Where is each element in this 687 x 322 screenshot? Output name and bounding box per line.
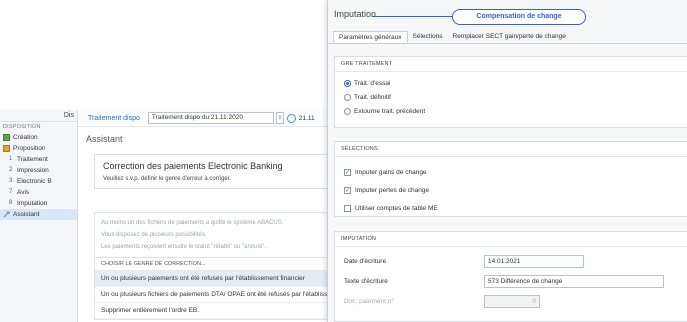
selections-group: SÉLECTIONS ✓ Imputer gains de change ✓ I… [334, 141, 687, 217]
dialog-tabs: Paramètres généraux Sélections Remplacer… [328, 31, 687, 44]
tab-replace-sect[interactable]: Remplacer SECT gain/perte de change [448, 31, 571, 43]
nav-section-label: DISPOSITION [3, 124, 41, 130]
checkbox-checked-icon[interactable]: ✓ [344, 168, 351, 176]
correction-choice-list: CHOISIR LE GENRE DE CORRECTION... Un ou … [94, 257, 354, 320]
group-title: SÉLECTIONS [335, 142, 687, 157]
nav-item-creation[interactable]: Création [0, 132, 77, 143]
radio-final-run[interactable]: Trait. définitif [335, 90, 687, 104]
posting-date-row: Date d'écriture 14.01.2021 [335, 251, 687, 271]
step-number: 7 [9, 189, 13, 195]
nav-subitem-label: Imputation [17, 200, 48, 207]
info-line: Les paiements reçoivent ensuite le statu… [101, 244, 266, 250]
checkbox-label: Utiliser comptes de table ME [355, 204, 438, 212]
create-icon [3, 134, 10, 141]
radio-trial-run[interactable]: Trait. d'essai [335, 76, 687, 90]
checkbox-me-table-accounts[interactable]: Utiliser comptes de table ME [335, 199, 687, 217]
treatment-group: GRE TRAITEMENT Trait. d'essai Trait. déf… [334, 56, 687, 128]
toolbar-label: Traitement dispo [88, 114, 140, 122]
group-title: GRE TRAITEMENT [335, 57, 687, 72]
nav-item-label: Proposition [13, 145, 46, 152]
posting-text-input[interactable]: 573 Différence de change [484, 274, 664, 288]
choice-option[interactable]: Supprimer entièrement l'ordre EB. [95, 303, 353, 319]
nav-item-assistant[interactable]: Assistant [0, 209, 77, 220]
choice-option[interactable]: Un ou plusieurs fichiers de paiements DT… [95, 287, 353, 303]
tab-selections[interactable]: Sélections [408, 31, 448, 43]
step-number: 1 [9, 156, 13, 162]
radio-selected-icon[interactable] [344, 79, 351, 87]
nav-subitem-label: Avis [17, 189, 30, 196]
nav-subitem-imputation[interactable]: 8 Imputation [0, 198, 77, 209]
clock-icon[interactable] [286, 113, 296, 123]
nav-item-proposition[interactable]: Proposition [0, 143, 77, 154]
wizard-icon [3, 211, 10, 218]
callout-connector [372, 16, 454, 17]
group-title: IMPUTATION [335, 232, 687, 247]
payment-doc-input[interactable]: 0 [484, 294, 540, 308]
checkbox-checked-icon[interactable]: ✓ [344, 186, 351, 194]
radio-icon[interactable] [344, 93, 351, 101]
checkbox-exchange-gains[interactable]: ✓ Imputer gains de change [335, 163, 687, 181]
toolbar-time: 21.11 [298, 114, 315, 122]
choice-list-title: CHOISIR LE GENRE DE CORRECTION... [95, 258, 353, 271]
nav-item-label: Création [13, 134, 38, 141]
payment-doc-row: Doc. paiement n° 0 [335, 291, 687, 311]
card-heading: Correction des paiements Electronic Bank… [103, 161, 283, 171]
field-label: Texte d'écriture [344, 277, 388, 285]
radio-label: Trait. définitif [354, 93, 391, 101]
posting-text-row: Texte d'écriture 573 Différence de chang… [335, 271, 687, 291]
imputation-group: IMPUTATION Date d'écriture 14.01.2021 Te… [334, 231, 687, 322]
step-number: 3 [9, 178, 13, 184]
checkbox-label: Imputer pertes de change [355, 186, 430, 194]
imputation-dialog: Imputation Compensation de change Paramè… [327, 0, 687, 322]
checkbox-label: Imputer gains de change [355, 168, 427, 176]
wizard-card: Correction des paiements Electronic Bank… [94, 154, 354, 189]
checkbox-exchange-losses[interactable]: ✓ Imputer pertes de change [335, 181, 687, 199]
info-line: Au moins un des fichiers de paiements a … [101, 220, 284, 226]
radio-label: Extourne trait. précédent [354, 107, 426, 115]
proposal-icon [3, 145, 10, 152]
info-line: Vous disposez de plusieurs possibilités. [101, 232, 207, 238]
nav-item-label: Assistant [13, 211, 40, 218]
choice-option[interactable]: Un ou plusieurs paiements ont été refusé… [95, 271, 353, 287]
nav-subitem-label: Impression [17, 167, 49, 174]
tab-general-params[interactable]: Paramètres généraux [333, 31, 408, 43]
posting-date-input[interactable]: 14.01.2021 [484, 254, 584, 268]
callout-annotation: Compensation de change [452, 9, 586, 25]
field-label: Date d'écriture [344, 257, 387, 265]
radio-icon[interactable] [344, 107, 351, 115]
card-text: Veuillez s.v.p. définir le genre d'erreu… [103, 176, 232, 182]
nav-subitem-traitement[interactable]: 1 Traitement [0, 154, 77, 165]
radio-reverse-previous[interactable]: Extourne trait. précédent [335, 104, 687, 118]
checkbox-icon[interactable] [344, 204, 351, 212]
treatment-select[interactable]: Traitement dispo du 21.11.2020 [147, 112, 274, 124]
nav-title: Dis [0, 110, 77, 122]
nav-subitem-label: Electronic B [17, 178, 52, 185]
spinner-arrows-icon[interactable]: ⇕ [275, 112, 284, 124]
nav-subitem-label: Traitement [17, 156, 48, 163]
nav-subitem-electronic[interactable]: 3 Electronic B [0, 176, 77, 187]
info-box: Au moins un des fichiers de paiements a … [94, 212, 354, 258]
field-label: Doc. paiement n° [344, 297, 394, 305]
step-number: 2 [9, 167, 13, 173]
step-number: 8 [9, 200, 13, 206]
radio-label: Trait. d'essai [354, 79, 391, 87]
left-navigation: Dis DISPOSITION Création Proposition 1 T… [0, 110, 78, 322]
nav-subitem-avis[interactable]: 7 Avis [0, 187, 77, 198]
nav-subitem-impression[interactable]: 2 Impression [0, 165, 77, 176]
